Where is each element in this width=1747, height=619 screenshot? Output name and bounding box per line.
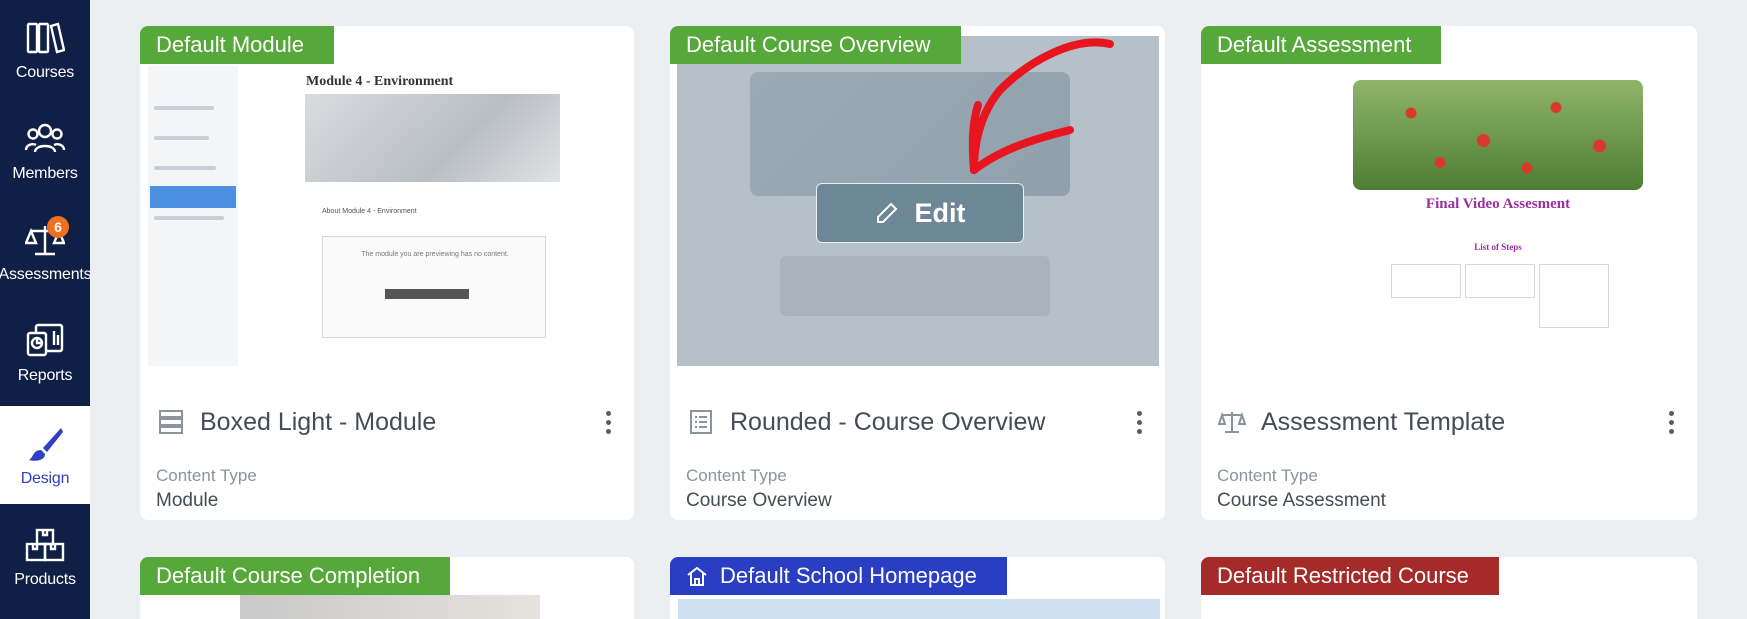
card-title-row: Rounded - Course Overview: [686, 402, 1149, 442]
template-card-course-completion[interactable]: Default Course Completion: [140, 557, 634, 619]
nav-assessments[interactable]: 6 Assessments: [0, 202, 92, 300]
thumb-subheading: List of Steps: [1474, 242, 1522, 252]
thumb-step-2: [1465, 264, 1535, 298]
users-icon: [23, 117, 67, 161]
thumb-empty-message: The module you are previewing has no con…: [361, 251, 509, 258]
card-title: Assessment Template: [1261, 407, 1506, 436]
content-type-label: Content Type: [156, 466, 257, 485]
assessments-badge: 6: [47, 216, 69, 238]
thumb-heading: Final Video Assesment: [1425, 196, 1571, 212]
edit-label: Edit: [914, 197, 966, 228]
default-tag: Default Assessment: [1201, 26, 1442, 64]
scale-icon: 6: [23, 216, 69, 262]
default-tag: Default Restricted Course: [1201, 557, 1499, 595]
nav-assessments-label: Assessments: [0, 266, 92, 283]
pencil-icon: [876, 202, 897, 223]
nav-courses[interactable]: Courses: [0, 0, 90, 98]
nav-members[interactable]: Members: [0, 101, 90, 199]
default-tag: Default School Homepage: [670, 557, 1007, 595]
thumb-banner: [678, 599, 1160, 619]
thumb-subheading: About Module 4 - Environment: [322, 208, 417, 215]
nav-courses-label: Courses: [15, 64, 75, 81]
thumb-image: [240, 595, 540, 619]
template-card-restricted-course[interactable]: Default Restricted Course: [1201, 557, 1697, 619]
card-thumbnail[interactable]: Final Video Assesment List of Steps: [1201, 26, 1697, 366]
nav-design[interactable]: Design: [0, 406, 90, 504]
template-card-module[interactable]: Module 4 - Environment About Module 4 - …: [140, 26, 634, 520]
default-tag: Default Module: [140, 26, 334, 64]
home-icon: [686, 565, 708, 587]
thumb-step-1: [1391, 264, 1461, 298]
thumb-step-3: [1539, 264, 1609, 328]
nav-reports[interactable]: Reports: [0, 303, 90, 401]
course-overview-icon: [686, 407, 716, 437]
nav-reports-label: Reports: [17, 367, 73, 384]
content-type-label: Content Type: [1217, 466, 1318, 485]
nav-products[interactable]: Products: [0, 507, 90, 605]
annotation-arrow: [968, 38, 1114, 174]
scale-icon: [1217, 407, 1247, 437]
report-icon: [23, 319, 67, 363]
thumb-poppy-image: [1353, 80, 1643, 190]
card-title: Boxed Light - Module: [200, 407, 437, 436]
module-icon: [156, 407, 186, 437]
default-tag-label: Default School Homepage: [720, 563, 977, 588]
thumb-image: [305, 94, 560, 182]
nav-design-label: Design: [20, 470, 70, 487]
default-tag: Default Course Completion: [140, 557, 451, 595]
edit-button[interactable]: Edit: [816, 183, 1024, 243]
more-options-icon[interactable]: [1129, 407, 1149, 437]
thumb-empty-box: The module you are previewing has no con…: [322, 236, 546, 338]
boxes-icon: [23, 523, 67, 567]
template-card-assessment[interactable]: Final Video Assesment List of Steps Defa…: [1201, 26, 1697, 520]
default-tag: Default Course Overview: [670, 26, 961, 64]
sidebar: Courses Members 6 Assessments Reports De…: [0, 0, 92, 619]
nav-products-label: Products: [14, 571, 76, 588]
card-title-row: Boxed Light - Module: [156, 402, 618, 442]
more-options-icon[interactable]: [598, 407, 618, 437]
content-type-value: Course Overview: [686, 490, 832, 511]
more-options-icon[interactable]: [1661, 407, 1681, 437]
template-card-school-homepage[interactable]: Default School Homepage: [670, 557, 1165, 619]
thumb-sidebar: [148, 66, 238, 366]
content-type-value: Course Assessment: [1217, 490, 1386, 511]
card-thumbnail[interactable]: Module 4 - Environment About Module 4 - …: [140, 26, 634, 366]
card-title: Rounded - Course Overview: [730, 407, 1046, 436]
thumb-heading: Module 4 - Environment: [306, 74, 454, 89]
books-icon: [23, 16, 67, 60]
content-type-value: Module: [156, 490, 219, 511]
content-type-label: Content Type: [686, 466, 787, 485]
paintbrush-icon: [23, 422, 67, 466]
nav-members-label: Members: [12, 165, 78, 182]
card-title-row: Assessment Template: [1217, 402, 1681, 442]
